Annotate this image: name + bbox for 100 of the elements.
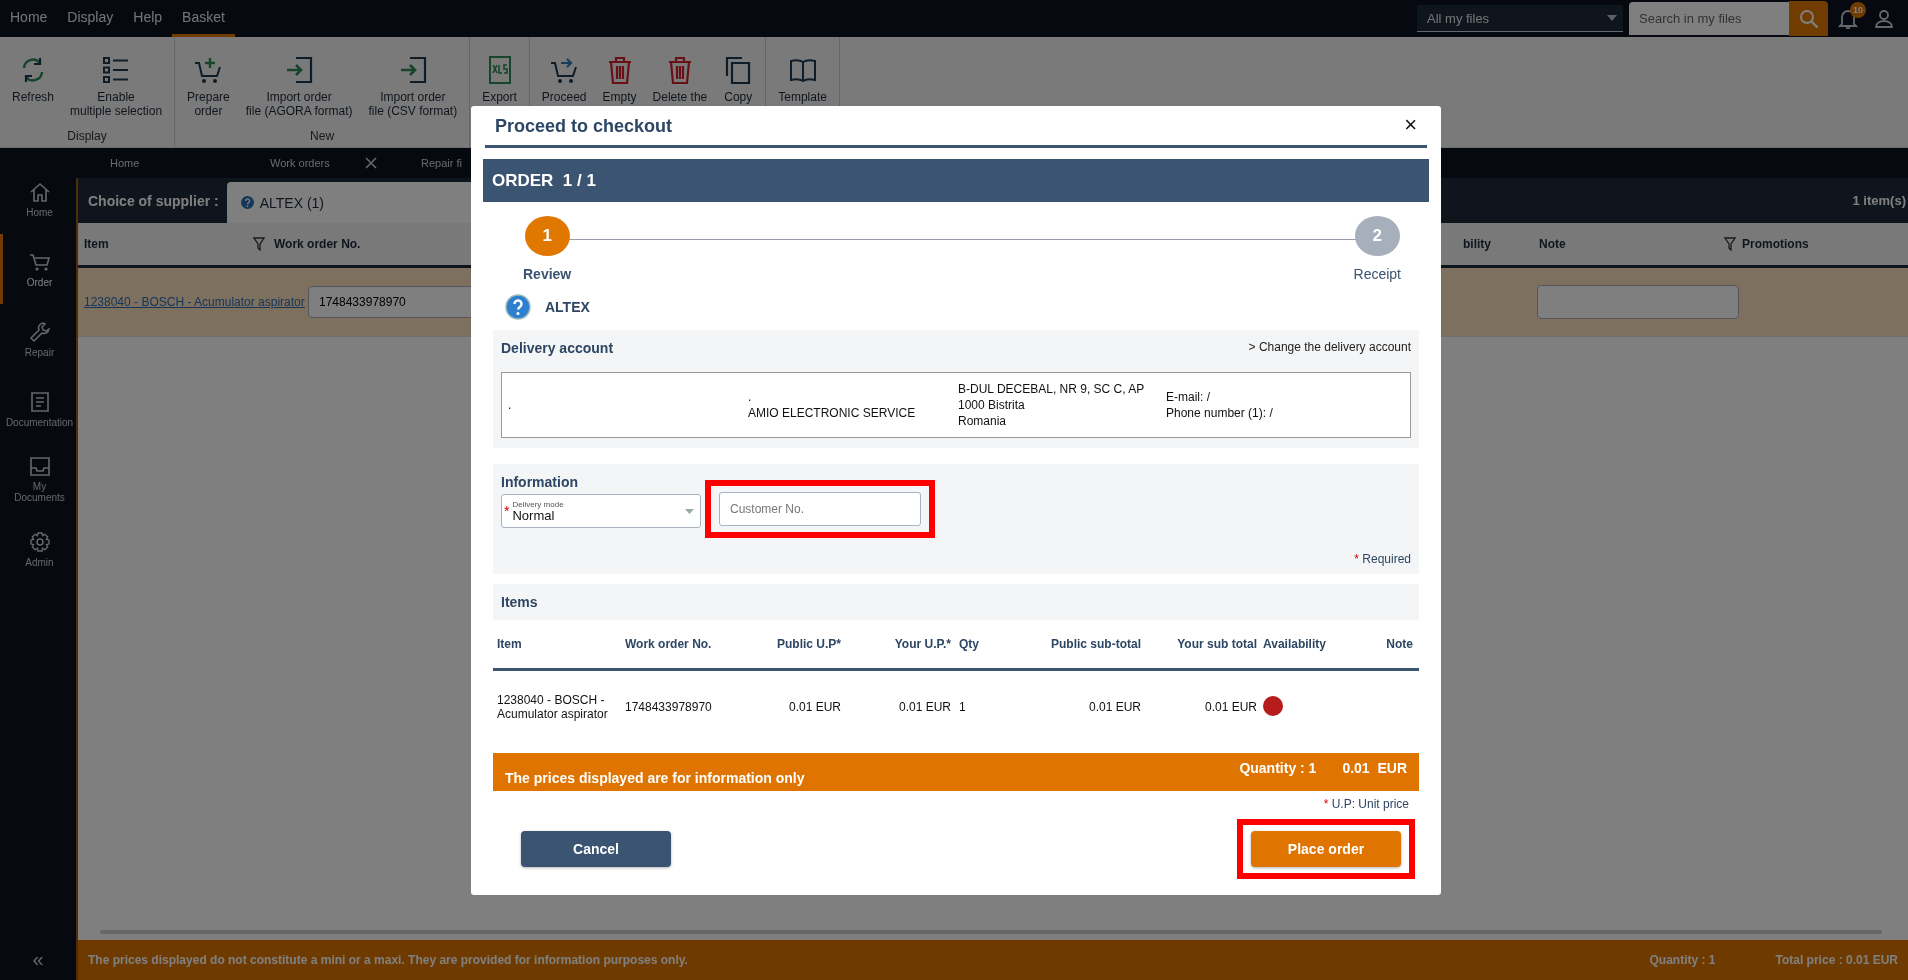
- settings-icon: [28, 530, 51, 553]
- close-button[interactable]: ×: [1404, 116, 1417, 134]
- wrench-icon: [28, 320, 51, 343]
- toolbar-button[interactable]: Prepare order: [179, 37, 238, 118]
- address-text: .: [748, 390, 753, 404]
- toolbar-button[interactable]: Refresh: [4, 37, 63, 104]
- sidebar-item[interactable]: My Documents: [0, 444, 76, 514]
- total-price: 0.01 EUR: [1342, 760, 1407, 778]
- step-label: Receipt: [1353, 266, 1401, 282]
- item-count: 1 item(s): [1852, 193, 1907, 208]
- column-header: Your sub total: [1176, 637, 1257, 651]
- search-button[interactable]: [1789, 1, 1828, 36]
- column-header: Work order No.: [274, 237, 361, 251]
- sidebar-item[interactable]: Documentation: [0, 374, 76, 444]
- column-header: Note: [1385, 637, 1414, 651]
- inbox-icon: [28, 455, 51, 477]
- page-tab[interactable]: Work orders: [270, 157, 365, 169]
- group-label: New: [310, 129, 335, 143]
- menu-tab[interactable]: Display: [57, 0, 124, 37]
- toolbar-button[interactable]: Copy: [715, 37, 762, 104]
- filter-icon[interactable]: [253, 237, 265, 251]
- unit-price-note: U.P: Unit price: [1331, 797, 1409, 811]
- search-field[interactable]: Search in my files: [1629, 2, 1789, 35]
- step-number: 2: [1354, 216, 1400, 256]
- table-cell-text: 0.01 EUR: [897, 700, 951, 714]
- address-text: 1000 Bistrita: [958, 398, 1026, 412]
- table-cell-text: 0.01 EUR: [1087, 700, 1141, 714]
- address-text: Romania: [958, 414, 1008, 428]
- menu-tab[interactable]: Help: [123, 0, 173, 37]
- user-icon[interactable]: [1874, 8, 1894, 29]
- address-text: B-DUL DECEBAL, NR 9, SC C, AP: [958, 382, 1146, 396]
- section-title: Information: [501, 474, 579, 490]
- note-field[interactable]: [1537, 285, 1739, 319]
- toolbar-button[interactable]: Template: [770, 37, 835, 104]
- supplier-label: Choice of supplier :: [88, 192, 219, 209]
- order-heading: ORDER 1 / 1: [483, 159, 1429, 202]
- total-quantity: Quantity : 1: [1649, 953, 1716, 967]
- table-cell-text: 1748433978970: [625, 700, 713, 714]
- price-notice: The prices displayed do not constitute a mini or a maxi. They are provided for information purposes only.: [88, 953, 689, 967]
- import-icon: [284, 55, 315, 85]
- cancel-button[interactable]: Cancel: [521, 831, 671, 867]
- help-icon: [240, 196, 254, 209]
- close-icon[interactable]: [365, 157, 377, 169]
- cart-arrow-icon: [549, 55, 580, 85]
- column-header: Public sub-total: [1050, 637, 1141, 651]
- address-text: E-mail: /: [1166, 390, 1211, 404]
- column-header: Public U.P*: [776, 637, 841, 651]
- home-icon: [28, 180, 51, 203]
- document-icon: [28, 390, 51, 413]
- table-cell-text: 1238040 - BOSCH - Acumulator aspirator: [496, 693, 609, 721]
- column-header: Qty: [958, 637, 980, 651]
- column-header: Item: [496, 637, 523, 651]
- table-cell-text: 0.01 EUR: [1203, 700, 1257, 714]
- address-text: .: [508, 398, 513, 412]
- toolbar-button[interactable]: Import order file (AGORA format): [237, 37, 361, 118]
- required-note: Required: [1362, 552, 1411, 566]
- sidebar-item[interactable]: Repair: [0, 304, 76, 374]
- customer-number-field[interactable]: Customer No.: [719, 492, 921, 526]
- column-header: Item: [84, 237, 109, 251]
- column-header: Work order No.: [625, 637, 713, 651]
- toolbar-button[interactable]: Import order file (CSV format): [360, 37, 466, 118]
- sidebar-item[interactable]: Home: [0, 164, 76, 234]
- help-icon: [505, 294, 531, 320]
- required-mark: *: [1323, 797, 1329, 811]
- sidebar-item[interactable]: Admin: [0, 514, 76, 584]
- menu-tab[interactable]: Home: [0, 0, 58, 37]
- supplier-name: ALTEX: [545, 299, 590, 315]
- column-header: Availability: [1262, 637, 1327, 651]
- item-link[interactable]: 1238040 - BOSCH - Acumulator aspirator: [84, 295, 305, 309]
- toolbar-button[interactable]: Proceed: [533, 37, 595, 104]
- section-title: Delivery account: [501, 340, 614, 356]
- toolbar-button[interactable]: Delete the: [644, 37, 716, 104]
- caret-icon: [1607, 15, 1617, 21]
- toolbar-button[interactable]: Empty: [594, 37, 645, 104]
- dialog-title: Proceed to checkout: [495, 116, 673, 137]
- page-tab[interactable]: Repair fi: [421, 157, 462, 169]
- column-header: bility: [1463, 237, 1491, 251]
- toolbar-button[interactable]: Enable multiple selection: [62, 37, 171, 118]
- step-label: Review: [523, 266, 572, 282]
- address-text: Phone number (1): /: [1166, 406, 1273, 420]
- required-mark: *: [504, 503, 510, 519]
- filter-icon[interactable]: [1724, 237, 1736, 251]
- notification-badge: 10: [1850, 1, 1866, 18]
- file-scope-dropdown[interactable]: All my files: [1417, 5, 1623, 32]
- place-order-button[interactable]: Place order: [1251, 831, 1401, 867]
- change-account-link[interactable]: > Change the delivery account: [1248, 340, 1411, 354]
- step-number: 1: [524, 216, 570, 256]
- column-header: Promotions: [1742, 237, 1809, 251]
- toolbar-button[interactable]: Export: [474, 37, 525, 104]
- group-label: Display: [67, 129, 107, 143]
- total-quantity: Quantity : 1: [1239, 760, 1317, 778]
- collapse-button[interactable]: «: [0, 938, 76, 980]
- address-text: AMIO ELECTRONIC SERVICE: [748, 406, 917, 420]
- page-tab[interactable]: Home: [110, 157, 270, 169]
- required-mark: *: [1354, 552, 1359, 566]
- column-header: Note: [1539, 237, 1566, 251]
- price-notice: The prices displayed are for information only: [505, 769, 806, 786]
- column-header: Your U.P.*: [893, 637, 951, 651]
- caret-icon: [685, 508, 694, 514]
- search-icon: [1798, 8, 1819, 29]
